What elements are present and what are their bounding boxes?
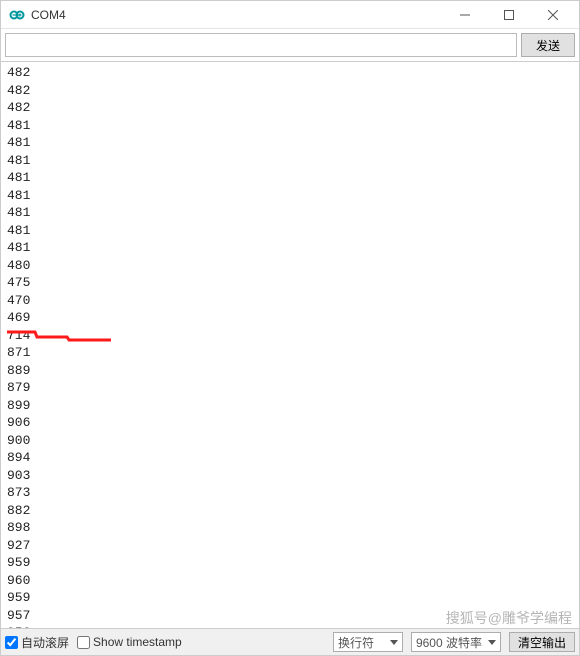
serial-output[interactable]: 482 482 482 481 481 481 481 481 481 481 …: [1, 62, 579, 628]
arduino-icon: [9, 7, 25, 23]
autoscroll-checkbox[interactable]: 自动滚屏: [5, 634, 69, 651]
close-button[interactable]: [531, 1, 575, 29]
output-wrap: 482 482 482 481 481 481 481 481 481 481 …: [1, 62, 579, 629]
send-input[interactable]: [5, 33, 517, 57]
titlebar: COM4: [1, 1, 579, 29]
timestamp-checkbox[interactable]: Show timestamp: [77, 635, 182, 649]
send-button[interactable]: 发送: [521, 33, 575, 57]
timestamp-label: Show timestamp: [93, 635, 182, 649]
maximize-button[interactable]: [487, 1, 531, 29]
window-title: COM4: [31, 8, 443, 22]
timestamp-input[interactable]: [77, 636, 90, 649]
autoscroll-label: 自动滚屏: [21, 634, 69, 651]
line-ending-select[interactable]: 换行符: [333, 632, 403, 652]
baud-rate-select[interactable]: 9600 波特率: [411, 632, 501, 652]
autoscroll-input[interactable]: [5, 636, 18, 649]
status-bar: 自动滚屏 Show timestamp 换行符 9600 波特率 清空输出: [1, 629, 579, 655]
serial-monitor-window: COM4 发送 482 482 482 481 481 481 481 481 …: [0, 0, 580, 656]
clear-output-button[interactable]: 清空输出: [509, 632, 575, 652]
send-row: 发送: [1, 29, 579, 62]
minimize-button[interactable]: [443, 1, 487, 29]
